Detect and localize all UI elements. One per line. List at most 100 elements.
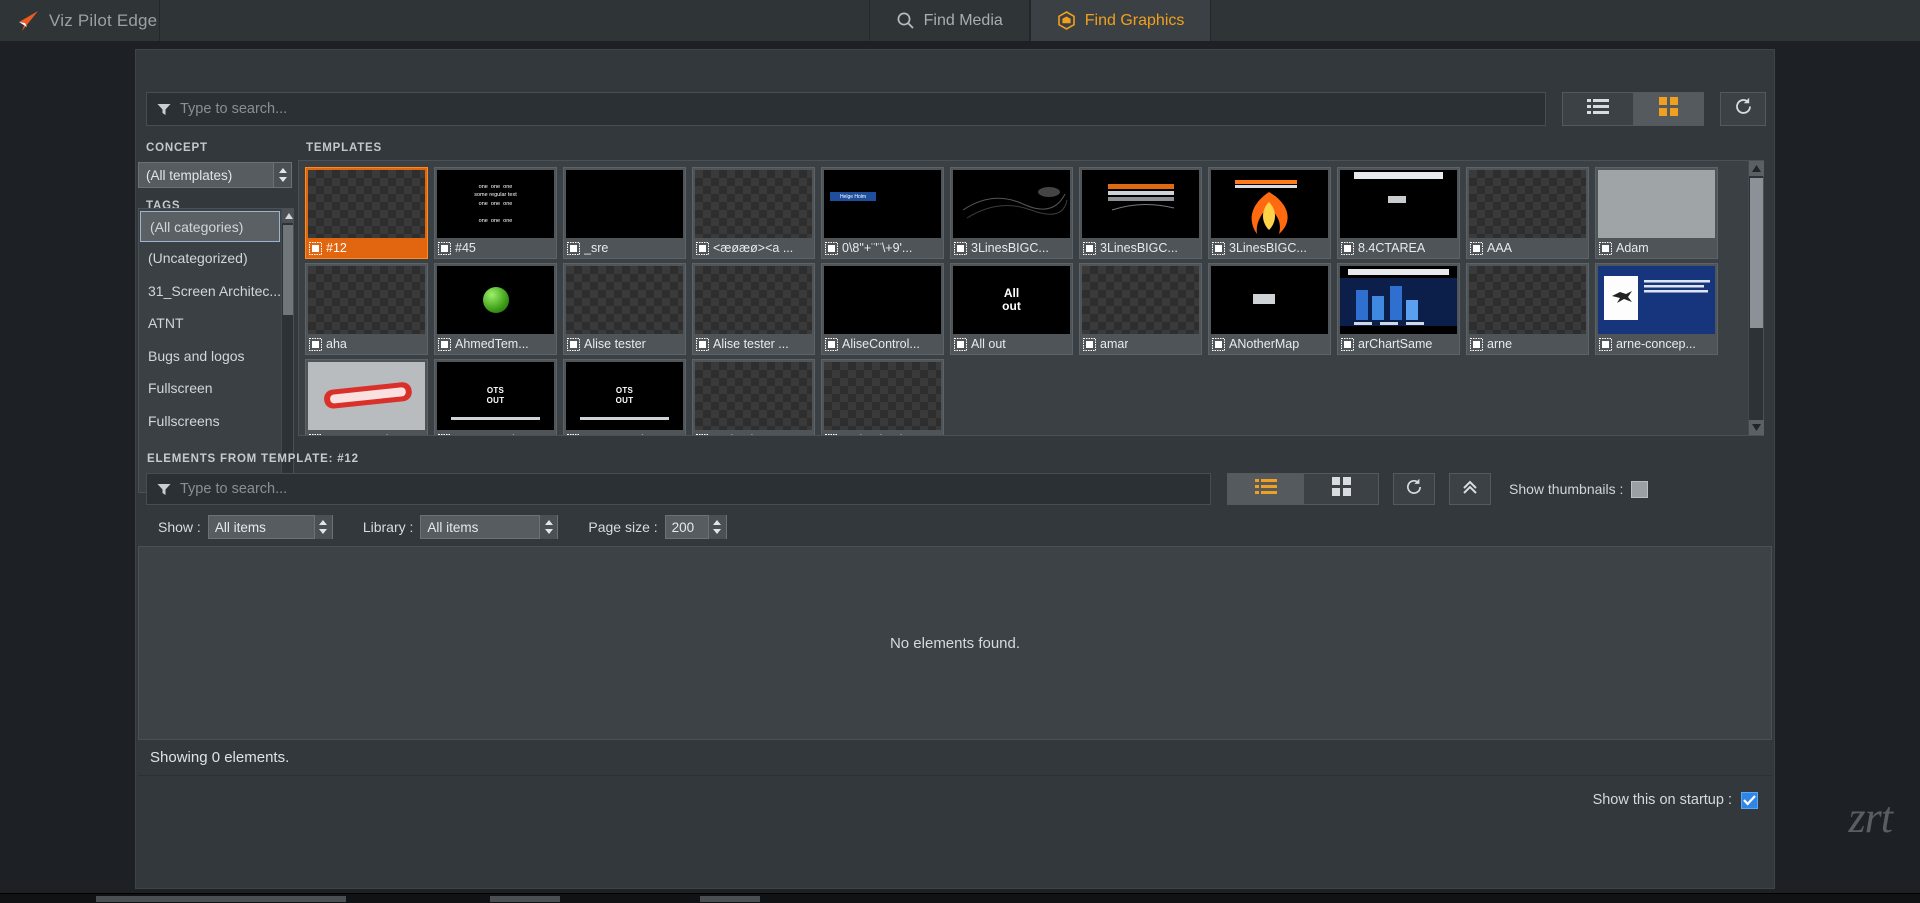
filter-funnel-icon [157, 483, 171, 496]
templates-grid: #12 one one one some regular text one one … [299, 161, 1748, 435]
template-grid-view-button[interactable] [1633, 93, 1703, 125]
elements-search-box[interactable] [146, 473, 1211, 505]
tag-item-fullscreen[interactable]: Fullscreen [139, 372, 281, 405]
show-on-startup-label: Show this on startup : [1592, 792, 1732, 808]
template-card[interactable]: asdasdasd [821, 359, 944, 435]
template-card[interactable]: arChartSame [1337, 263, 1460, 355]
list-view-icon [1587, 99, 1609, 119]
template-card[interactable]: 3LinesBIGC... [1208, 167, 1331, 259]
template-card[interactable]: Helge Holm 0\8"+¨'¨\+9'... [821, 167, 944, 259]
template-label-row: _sre [564, 238, 685, 258]
tags-scrollbar-thumb[interactable] [283, 225, 293, 315]
template-thumbnail: one one one some regular text one one one o… [437, 170, 554, 238]
template-card[interactable]: <æøæø><a ... [692, 167, 815, 259]
show-on-startup-checkbox[interactable] [1741, 791, 1758, 809]
tab-find-graphics[interactable]: Find Graphics [1029, 0, 1212, 41]
template-name: asdasdasd [842, 433, 902, 435]
template-label-row: AAA [1467, 238, 1588, 258]
taskbar-item[interactable] [96, 896, 346, 902]
elements-list-view-button[interactable] [1228, 474, 1303, 504]
template-label-row: <æøæø><a ... [693, 238, 814, 258]
template-name: #12 [326, 241, 347, 255]
template-doc-icon [309, 433, 322, 435]
show-filter-stepper-icon[interactable] [313, 515, 332, 539]
viz-arrow-logo-icon [14, 10, 40, 32]
tag-item-fullscreens[interactable]: Fullscreens [139, 405, 281, 438]
library-filter-stepper-icon[interactable] [539, 515, 558, 539]
template-card[interactable]: _sre [563, 167, 686, 259]
show-thumbnails-checkbox[interactable] [1631, 480, 1649, 498]
tag-item-bugs-and-logos[interactable]: Bugs and logos [139, 340, 281, 373]
template-card[interactable]: ANotherMap [1208, 263, 1331, 355]
template-doc-icon [1341, 337, 1354, 351]
template-card[interactable]: amar [1079, 263, 1202, 355]
scroll-up-icon[interactable] [1749, 161, 1764, 176]
template-name: #45 [455, 241, 476, 255]
tab-find-media[interactable]: Find Media [868, 0, 1030, 41]
elements-search-input[interactable] [180, 481, 1200, 497]
template-label-row: 3LinesBIGC... [951, 238, 1072, 258]
template-card[interactable]: OTSOUT arne-test-tl [434, 359, 557, 435]
template-card[interactable]: 8.4CTAREA [1337, 167, 1460, 259]
template-card[interactable]: one one one some regular text one one one o… [434, 167, 557, 259]
templates-scrollbar-thumb[interactable] [1750, 178, 1763, 328]
template-card[interactable]: arne-test-si... [305, 359, 428, 435]
template-card[interactable]: arne [1466, 263, 1589, 355]
template-card[interactable]: 3LinesBIGC... [1079, 167, 1202, 259]
tag-item-uncategorized[interactable]: (Uncategorized) [139, 242, 281, 275]
template-card[interactable]: Alise tester [563, 263, 686, 355]
templates-scrollbar[interactable] [1748, 161, 1764, 435]
page-size-select[interactable]: 200 [664, 515, 727, 539]
page-size-value: 200 [671, 519, 695, 535]
template-card[interactable]: AliseControl... [821, 263, 944, 355]
template-thumbnail: All out [953, 266, 1070, 334]
elements-collapse-button[interactable] [1449, 473, 1491, 505]
template-thumbnail [824, 266, 941, 334]
show-thumbnails-toggle[interactable]: Show thumbnails : [1509, 480, 1649, 498]
template-card[interactable]: Alise tester ... [692, 263, 815, 355]
template-thumbnail [824, 362, 941, 430]
template-thumbnail [1082, 266, 1199, 334]
template-label-row: #12 [306, 238, 427, 258]
template-refresh-button[interactable] [1720, 92, 1766, 126]
graphics-panel: CONCEPT (All templates) TAGS (All catego… [135, 49, 1775, 889]
template-card[interactable]: Adam [1595, 167, 1718, 259]
page-size-stepper-icon[interactable] [707, 515, 726, 539]
template-card[interactable]: aha [305, 263, 428, 355]
template-card[interactable]: 3LinesBIGC... [950, 167, 1073, 259]
tag-item-atnt[interactable]: ATNT [139, 307, 281, 340]
tag-item-31-screen-architecture[interactable]: 31_Screen Architec... [139, 275, 281, 308]
concept-stepper-icon[interactable] [273, 163, 291, 187]
template-card[interactable]: arne-concep... [1595, 263, 1718, 355]
template-list-view-button[interactable] [1563, 93, 1633, 125]
taskbar-item[interactable] [700, 896, 760, 902]
concept-select[interactable]: (All templates) [138, 162, 292, 188]
template-label-row: 3LinesBIGC... [1080, 238, 1201, 258]
library-filter-label: Library : [362, 519, 414, 535]
template-card[interactable]: AhmedTem... [434, 263, 557, 355]
scroll-up-icon[interactable] [282, 209, 293, 223]
elements-result-area: No elements found. [138, 546, 1772, 740]
template-thumbnail [437, 266, 554, 334]
library-filter-select[interactable]: All items [420, 515, 559, 539]
elements-header: ELEMENTS FROM TEMPLATE: #12 [147, 453, 359, 465]
template-card[interactable]: OTSOUT arne-test-tl-2 [563, 359, 686, 435]
template-label-row: arChartSame [1338, 334, 1459, 354]
taskbar-item[interactable] [490, 896, 560, 902]
template-thumbnail: Helge Holm [824, 170, 941, 238]
template-doc-icon [1083, 241, 1096, 255]
template-name: arne-test-tl [455, 433, 515, 435]
elements-grid-view-button[interactable] [1303, 474, 1378, 504]
template-thumbnail: OTS OUT [566, 362, 683, 430]
template-card[interactable]: All out All out [950, 263, 1073, 355]
template-card[interactable]: #12 [305, 167, 428, 259]
template-card[interactable]: AAA [1466, 167, 1589, 259]
scroll-down-icon[interactable] [1749, 420, 1764, 435]
template-card[interactable]: asdasd [692, 359, 815, 435]
show-filter-select[interactable]: All items [207, 515, 333, 539]
elements-refresh-button[interactable] [1393, 473, 1435, 505]
tag-item-all-categories[interactable]: (All categories) [140, 211, 281, 242]
template-search-input[interactable] [180, 101, 1535, 117]
template-search-box[interactable] [146, 92, 1546, 126]
template-doc-icon [696, 241, 709, 255]
